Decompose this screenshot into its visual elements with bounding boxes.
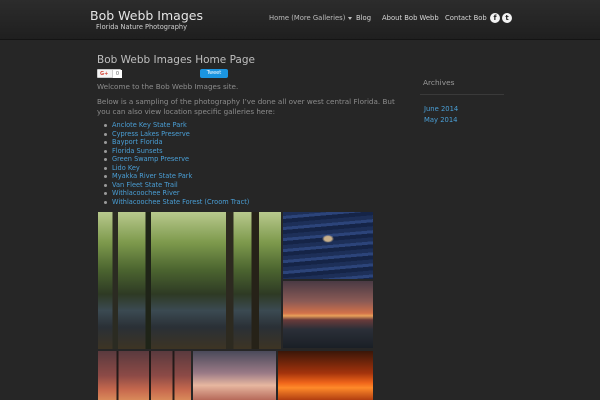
gallery-link[interactable]: Anclote Key State Park: [104, 121, 249, 130]
google-plus-button[interactable]: G+ 0: [97, 69, 122, 78]
google-plus-label: G+: [100, 71, 109, 77]
welcome-text: Welcome to the Bob Webb Images site.: [97, 82, 239, 91]
intro-text: Below is a sampling of the photography I…: [97, 97, 395, 116]
gallery-link[interactable]: Withlacoochee River: [104, 189, 249, 198]
nav-blog[interactable]: Blog: [356, 14, 371, 22]
photo-cypress-swamp[interactable]: [98, 212, 281, 349]
photo-palm-silhouettes[interactable]: [98, 351, 191, 400]
photo-sunset-shoreline[interactable]: [283, 281, 373, 348]
nav-contact[interactable]: Contact Bob: [445, 14, 487, 22]
gallery-link[interactable]: Lido Key: [104, 164, 249, 173]
site-header: Bob Webb Images Florida Nature Photograp…: [0, 0, 600, 40]
nav-home[interactable]: Home (More Galleries): [269, 14, 353, 22]
gallery-link[interactable]: Bayport Florida: [104, 138, 249, 147]
gallery-link[interactable]: Cypress Lakes Preserve: [104, 130, 249, 139]
photo-sunset-clouds[interactable]: [193, 351, 276, 400]
archives-divider: [420, 94, 504, 95]
chevron-down-icon: [348, 16, 353, 20]
nav-home-label: Home (More Galleries): [269, 14, 346, 22]
gallery-list: Anclote Key State Park Cypress Lakes Pre…: [104, 121, 249, 206]
tweet-button[interactable]: Tweet: [200, 69, 228, 78]
facebook-icon[interactable]: f: [490, 13, 500, 23]
site-tagline: Florida Nature Photography: [96, 23, 187, 31]
gallery-link[interactable]: Van Fleet State Trail: [104, 181, 249, 190]
archives-heading: Archives: [423, 78, 455, 87]
gallery-link[interactable]: Green Swamp Preserve: [104, 155, 249, 164]
archive-link-may-2014[interactable]: May 2014: [424, 116, 458, 124]
gallery-link[interactable]: Myakka River State Park: [104, 172, 249, 181]
twitter-icon[interactable]: t: [502, 13, 512, 23]
photo-orange-sunset[interactable]: [278, 351, 373, 400]
nav-about[interactable]: About Bob Webb: [382, 14, 439, 22]
photo-swimming-animal[interactable]: [283, 212, 373, 279]
archive-link-june-2014[interactable]: June 2014: [424, 105, 458, 113]
google-plus-count: 0: [112, 70, 122, 78]
page-title: Bob Webb Images Home Page: [97, 54, 255, 66]
site-title[interactable]: Bob Webb Images: [90, 8, 203, 23]
gallery-link[interactable]: Florida Sunsets: [104, 147, 249, 156]
gallery-link[interactable]: Withlacoochee State Forest (Croom Tract): [104, 198, 249, 207]
